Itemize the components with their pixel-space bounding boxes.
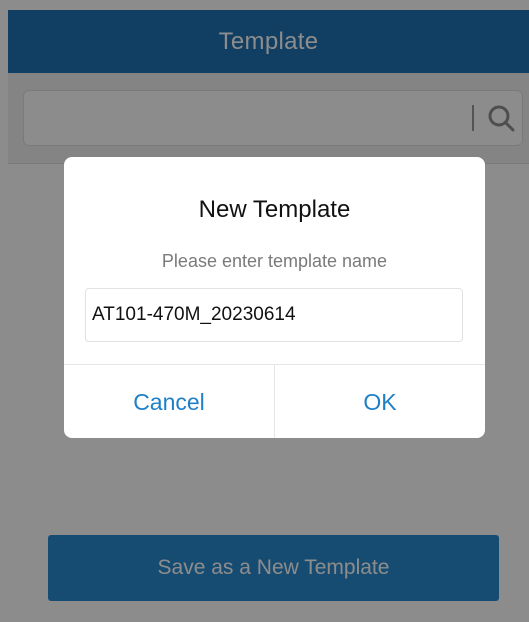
screen: Template Save as a New Template New Temp…: [0, 0, 529, 622]
dialog-message: Please enter template name: [161, 251, 388, 271]
cancel-button[interactable]: Cancel: [64, 365, 274, 438]
dialog-buttons: Cancel OK: [64, 364, 485, 438]
dialog-title: New Template: [198, 196, 351, 223]
ok-button[interactable]: OK: [274, 365, 485, 438]
new-template-dialog: New Template Please enter template name …: [64, 157, 485, 438]
template-name-input[interactable]: [85, 288, 463, 342]
